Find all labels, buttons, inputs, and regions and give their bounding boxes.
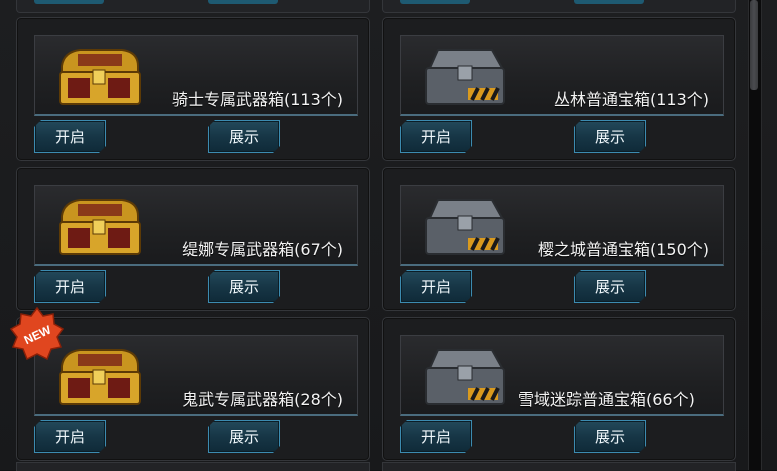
chest-slot: 樱之城普通宝箱(150个) — [400, 185, 724, 266]
chest-name: 雪域迷踪普通宝箱(66个) — [518, 390, 695, 409]
chest-slot: 雪域迷踪普通宝箱(66个) — [400, 335, 724, 416]
steel-chest-icon — [425, 199, 505, 255]
chest-inventory-panel: 骑士专属武器箱(113个) 开启 展示 丛林普通宝箱(113个) 开启 展示 缇… — [0, 0, 777, 471]
open-button[interactable]: 开启 — [34, 270, 106, 303]
open-button[interactable]: 开启 — [34, 120, 106, 153]
chest-name: 丛林普通宝箱(113个) — [553, 90, 709, 109]
steel-chest-icon — [425, 349, 505, 405]
previous-row-card-right — [382, 0, 736, 13]
chest-card: 樱之城普通宝箱(150个) 开启 展示 — [382, 167, 736, 311]
chest-card: 骑士专属武器箱(113个) 开启 展示 — [16, 17, 370, 161]
chest-name: 鬼武专属武器箱(28个) — [182, 390, 343, 409]
chest-slot: 丛林普通宝箱(113个) — [400, 35, 724, 116]
previous-row-open-button-edge[interactable] — [34, 0, 104, 4]
open-button[interactable]: 开启 — [400, 420, 472, 453]
chest-card: 丛林普通宝箱(113个) 开启 展示 — [382, 17, 736, 161]
show-button[interactable]: 展示 — [208, 120, 280, 153]
chest-name: 缇娜专属武器箱(67个) — [182, 240, 343, 259]
chest-slot: 鬼武专属武器箱(28个) — [34, 335, 358, 416]
previous-row-show-button-edge[interactable] — [208, 0, 278, 4]
chest-card: 鬼武专属武器箱(28个) NEW 开启 展示 — [9, 306, 370, 461]
open-button[interactable]: 开启 — [400, 270, 472, 303]
show-button[interactable]: 展示 — [574, 420, 646, 453]
chest-card: 缇娜专属武器箱(67个) 开启 展示 — [16, 167, 370, 311]
steel-chest-icon — [425, 49, 505, 105]
show-button[interactable]: 展示 — [574, 270, 646, 303]
previous-row-card-left — [16, 0, 370, 13]
show-button[interactable]: 展示 — [208, 270, 280, 303]
gold-chest-icon — [59, 199, 141, 255]
chest-name: 骑士专属武器箱(113个) — [171, 90, 343, 109]
new-badge-icon: NEW — [9, 306, 65, 361]
open-button[interactable]: 开启 — [400, 120, 472, 153]
chest-slot: 缇娜专属武器箱(67个) — [34, 185, 358, 266]
open-button[interactable]: 开启 — [34, 420, 106, 453]
scrollbar-thumb[interactable] — [750, 0, 758, 90]
previous-row-show-button-edge[interactable] — [574, 0, 644, 4]
gold-chest-icon — [59, 49, 141, 105]
show-button[interactable]: 展示 — [574, 120, 646, 153]
chest-name: 樱之城普通宝箱(150个) — [537, 240, 709, 259]
chest-slot: 骑士专属武器箱(113个) — [34, 35, 358, 116]
previous-row-open-button-edge[interactable] — [400, 0, 470, 4]
gold-chest-icon — [59, 349, 141, 405]
show-button[interactable]: 展示 — [208, 420, 280, 453]
chest-card: 雪域迷踪普通宝箱(66个) 开启 展示 — [382, 317, 736, 461]
